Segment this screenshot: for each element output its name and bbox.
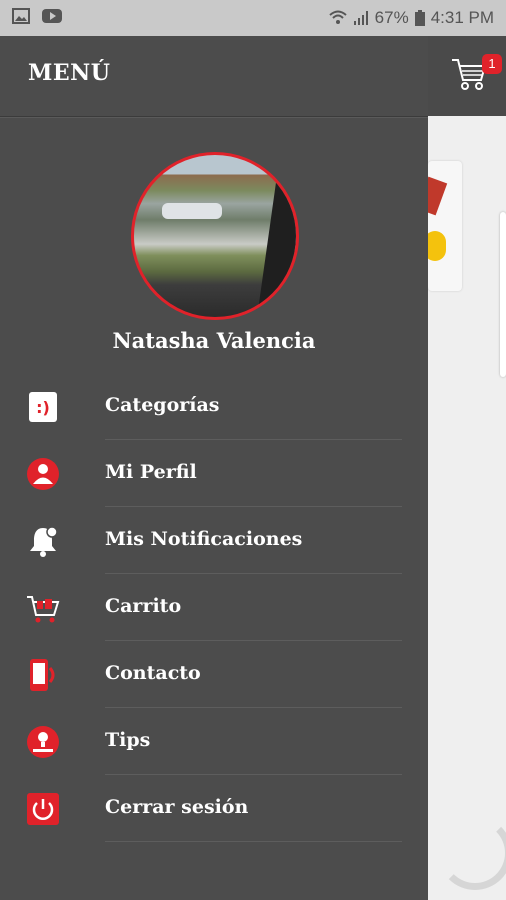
battery-percent: 67% <box>374 8 409 27</box>
menu-item-label: Tips <box>105 729 151 751</box>
youtube-icon <box>42 9 62 23</box>
smile-card-icon: :) <box>29 392 57 422</box>
avatar[interactable] <box>131 152 299 320</box>
menu-item-carrito[interactable]: Carrito <box>0 574 428 641</box>
status-bar: 67% 4:31 PM <box>0 0 506 36</box>
phone-icon <box>30 659 55 691</box>
divider <box>105 841 402 842</box>
menu-item-label: Mi Perfil <box>105 461 197 483</box>
cart-badge: 1 <box>482 54 502 74</box>
menu-list: :) Categorías Mi Perfil Mis Notificacion… <box>0 373 428 842</box>
menu-item-label: Mis Notificaciones <box>105 528 303 550</box>
battery-icon <box>414 10 425 26</box>
cart-icon <box>27 596 60 623</box>
menu-item-label: Categorías <box>105 394 220 416</box>
menu-item-cerrar-sesion[interactable]: Cerrar sesión <box>0 775 428 842</box>
menu-item-categorias[interactable]: :) Categorías <box>0 373 428 440</box>
menu-title: MENÚ <box>28 60 111 86</box>
image-icon <box>12 8 30 24</box>
svg-text::): :) <box>36 398 50 417</box>
bell-icon <box>30 526 58 557</box>
navigation-drawer: MENÚ Natasha Valencia :) Categorías Mi P… <box>0 36 428 900</box>
menu-item-mis-notificaciones[interactable]: Mis Notificaciones <box>0 507 428 574</box>
background-app: 1 <box>428 36 506 900</box>
wifi-icon <box>328 10 347 24</box>
power-icon <box>27 793 59 825</box>
menu-item-tips[interactable]: Tips <box>0 708 428 775</box>
drawer-header: MENÚ <box>0 36 428 117</box>
menu-item-mi-perfil[interactable]: Mi Perfil <box>0 440 428 507</box>
loading-spinner <box>438 816 506 890</box>
user-name: Natasha Valencia <box>112 328 316 353</box>
tip-icon <box>27 726 59 758</box>
menu-item-label: Contacto <box>105 662 201 684</box>
product-card[interactable] <box>428 161 462 291</box>
menu-item-label: Carrito <box>105 595 182 617</box>
menu-item-label: Cerrar sesión <box>105 796 249 818</box>
menu-item-contacto[interactable]: Contacto <box>0 641 428 708</box>
clock: 4:31 PM <box>430 8 494 27</box>
signal-icon <box>353 11 368 25</box>
user-icon <box>27 458 59 490</box>
scrollbar[interactable] <box>500 212 506 377</box>
